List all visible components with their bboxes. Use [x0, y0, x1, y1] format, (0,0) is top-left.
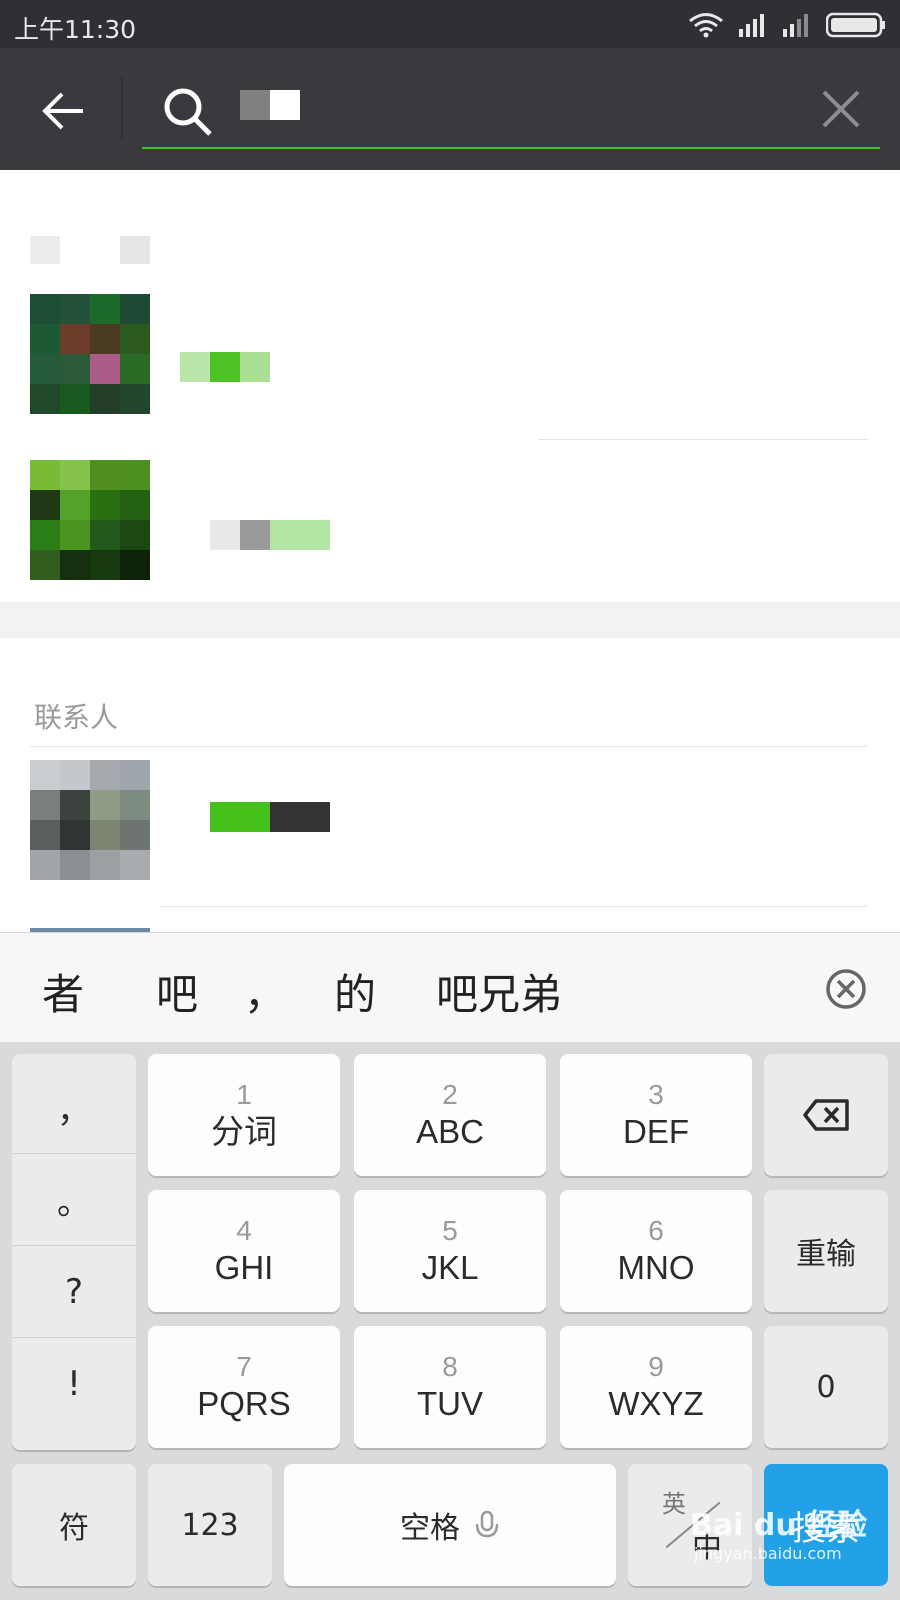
result-name-redacted	[210, 520, 330, 550]
key-4[interactable]: 4 GHI	[148, 1190, 340, 1312]
key-7[interactable]: 7 PQRS	[148, 1326, 340, 1448]
key-letters: GHI	[214, 1249, 274, 1286]
key-3[interactable]: 3 DEF	[560, 1054, 752, 1176]
key-number: 3	[648, 1079, 664, 1110]
space-label: 空格	[400, 1511, 460, 1546]
wifi-icon	[689, 13, 723, 38]
candidate-item[interactable]: 者	[42, 961, 84, 1022]
candidate-close-icon[interactable]	[824, 967, 868, 1011]
search-icon	[164, 88, 212, 136]
list-item[interactable]	[0, 460, 900, 610]
search-input[interactable]	[238, 80, 798, 140]
search-query-redacted	[240, 90, 300, 120]
key-9[interactable]: 9 WXYZ	[560, 1326, 752, 1448]
key-5[interactable]: 5 JKL	[354, 1190, 546, 1312]
search-header	[0, 48, 900, 170]
signal-icon	[783, 14, 808, 37]
row-divider	[160, 906, 868, 907]
punctuation-column: ， 。 ? !	[12, 1054, 136, 1450]
avatar	[30, 460, 150, 580]
key-letters: PQRS	[197, 1385, 291, 1422]
key-letters: MNO	[617, 1249, 695, 1286]
candidate-item[interactable]: 吧	[156, 961, 198, 1022]
punctuation-key[interactable]: ，	[12, 1062, 136, 1154]
list-item[interactable]	[0, 760, 900, 910]
section-separator	[0, 602, 900, 638]
key-letters: DEF	[623, 1113, 689, 1150]
status-time: 上午11:30	[14, 15, 137, 44]
punctuation-key[interactable]: !	[12, 1338, 136, 1430]
key-letters: ABC	[416, 1113, 484, 1150]
key-number: 2	[442, 1079, 458, 1110]
back-arrow-icon	[42, 92, 83, 130]
numeric-key[interactable]: 123	[148, 1464, 272, 1586]
section-title-divider	[30, 746, 868, 747]
key-letters: TUV	[417, 1385, 483, 1422]
list-item[interactable]	[0, 280, 900, 430]
candidate-item[interactable]: 吧兄弟	[436, 961, 562, 1022]
contact-name-redacted	[210, 802, 330, 832]
key-0[interactable]: 0	[764, 1326, 888, 1448]
reinput-label: 重输	[796, 1237, 856, 1272]
header-separator	[121, 78, 123, 138]
key-1[interactable]: 1 分词	[148, 1054, 340, 1176]
zero-label: 0	[816, 1369, 836, 1405]
key-letters: JKL	[421, 1249, 479, 1286]
key-number: 5	[442, 1215, 458, 1246]
row-divider	[538, 439, 868, 440]
reinput-key[interactable]: 重输	[764, 1190, 888, 1312]
lang-en-label: 英	[662, 1490, 686, 1518]
section-title-contacts: 联系人	[34, 702, 119, 733]
key-2[interactable]: 2 ABC	[354, 1054, 546, 1176]
watermark-brand: Bai du 经验	[690, 1508, 868, 1543]
symbol-key[interactable]: 符	[12, 1464, 136, 1586]
candidate-item[interactable]: 的	[334, 961, 376, 1022]
watermark-url: jingyan.baidu.com	[694, 1544, 842, 1563]
signal-icon	[739, 14, 764, 37]
key-number: 7	[236, 1351, 252, 1382]
status-bar: 上午11:30	[0, 0, 900, 48]
clear-icon[interactable]	[818, 86, 864, 132]
punctuation-key[interactable]: ?	[12, 1246, 136, 1338]
search-underline	[142, 147, 880, 149]
key-6[interactable]: 6 MNO	[560, 1190, 752, 1312]
backspace-icon	[803, 1099, 849, 1131]
key-number: 8	[442, 1351, 458, 1382]
result-name-redacted	[180, 352, 270, 382]
punctuation-key[interactable]: 。	[12, 1154, 136, 1246]
battery-icon	[826, 12, 885, 38]
candidate-item[interactable]: ，	[244, 961, 286, 1022]
avatar	[30, 294, 150, 414]
space-key[interactable]: 空格	[284, 1464, 616, 1586]
watermark: Bai du 经验 jingyan.baidu.com	[690, 1500, 867, 1563]
key-number: 6	[648, 1215, 664, 1246]
ime-candidate-bar: 者 吧 ， 的 吧兄弟	[0, 932, 900, 1042]
key-number: 9	[648, 1351, 664, 1382]
back-button[interactable]	[36, 84, 90, 138]
backspace-key[interactable]	[764, 1054, 888, 1176]
search-results: 联系人	[0, 170, 900, 932]
numeric-label: 123	[181, 1507, 239, 1543]
symbol-label: 符	[59, 1511, 89, 1546]
avatar	[30, 760, 150, 880]
mic-icon	[475, 1510, 499, 1538]
key-8[interactable]: 8 TUV	[354, 1326, 546, 1448]
section-title-redacted	[30, 236, 150, 264]
key-letters: WXYZ	[608, 1385, 704, 1422]
key-number: 4	[236, 1215, 252, 1246]
key-letters: 分词	[211, 1113, 277, 1150]
key-number: 1	[236, 1079, 252, 1110]
